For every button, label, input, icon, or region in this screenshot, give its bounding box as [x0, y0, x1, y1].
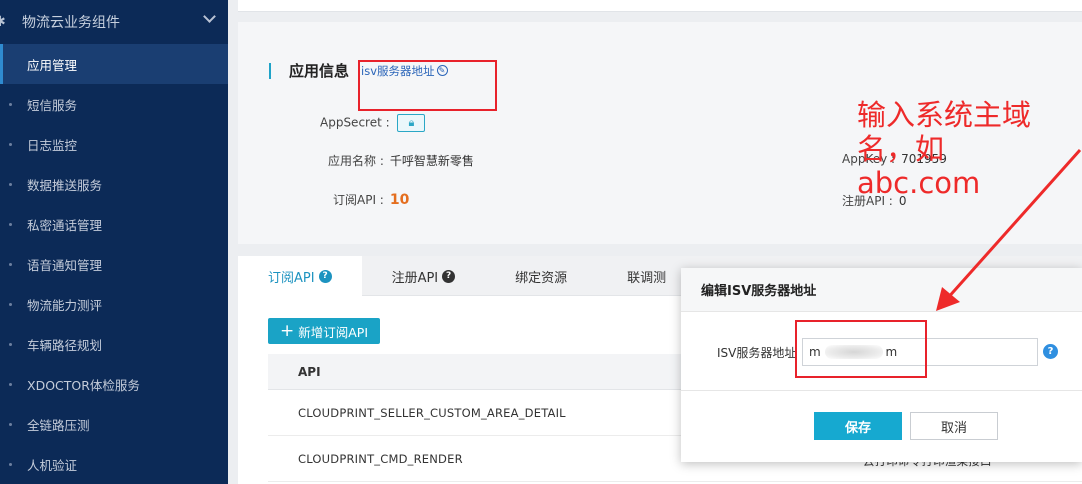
chevron-down-icon[interactable]	[203, 10, 216, 23]
tab-label: 订阅API	[268, 270, 315, 286]
sidebar-item-label: 物流能力测评	[27, 297, 103, 313]
tab-register-api[interactable]: 注册API?	[362, 256, 486, 296]
subscribe-api-count: 10	[389, 192, 410, 208]
cancel-button[interactable]: 取消	[910, 412, 998, 440]
sidebar-item-voice-notify[interactable]: 语音通知管理	[0, 244, 228, 284]
app-name-label: 应用名称 :	[328, 154, 384, 168]
annotation-line: 名，如	[857, 132, 945, 166]
sidebar-item-log-monitor[interactable]: 日志监控	[0, 124, 228, 164]
sidebar-item-stress-test[interactable]: 全链路压测	[0, 404, 228, 444]
tab-bind-resource[interactable]: 绑定资源	[485, 256, 597, 296]
highlight-box-input	[795, 320, 927, 378]
sidebar: ✱ 物流云业务组件 应用管理 短信服务 日志监控 数据推送服务 私密通话管理 语…	[0, 0, 228, 484]
sidebar-item-label: 语音通知管理	[27, 257, 103, 273]
sidebar-item-sms[interactable]: 短信服务	[0, 84, 228, 124]
sidebar-group-logistics[interactable]: ✱ 物流云业务组件	[0, 0, 228, 44]
app-name-value: 千呼智慧新零售	[389, 154, 474, 168]
subscribe-api-label: 订阅API :	[333, 193, 384, 207]
help-icon[interactable]: ?	[1043, 344, 1058, 359]
modal-title: 编辑ISV服务器地址	[681, 268, 1082, 312]
title-accent-bar	[269, 62, 271, 79]
sidebar-item-label: 数据推送服务	[27, 177, 103, 193]
save-button[interactable]: 保存	[814, 412, 902, 440]
highlight-box-isv-link	[358, 60, 497, 111]
sidebar-item-private-call[interactable]: 私密通话管理	[0, 204, 228, 244]
sidebar-item-label: 日志监控	[27, 137, 78, 153]
top-panel	[238, 0, 1082, 12]
edit-isv-modal: 编辑ISV服务器地址 ISV服务器地址 ? 保存 取消	[681, 268, 1082, 462]
page-title: 应用信息	[289, 62, 350, 80]
annotation-line: abc.com	[857, 166, 981, 200]
subscribe-api-row: 订阅API : 10	[333, 191, 409, 208]
sidebar-group-label: 物流云业务组件	[22, 15, 120, 31]
sidebar-item-label: 私密通话管理	[27, 217, 103, 233]
add-subscribe-api-button[interactable]: + 新增订阅API	[268, 318, 381, 344]
tab-label: 绑定资源	[515, 270, 568, 286]
annotation-line: 输入系统主域	[857, 98, 1032, 132]
sidebar-item-label: XDOCTOR体检服务	[27, 377, 140, 393]
sidebar-item-label: 全链路压测	[27, 417, 90, 433]
sidebar-item-route-planning[interactable]: 车辆路径规划	[0, 324, 228, 364]
sidebar-item-app-management[interactable]: 应用管理	[0, 44, 228, 84]
isv-address-label: ISV服务器地址	[717, 346, 797, 360]
add-button-label: 新增订阅API	[298, 324, 369, 340]
sidebar-item-label: 人机验证	[27, 457, 78, 473]
app-secret-label: AppSecret :	[320, 115, 390, 130]
plus-icon: +	[280, 320, 295, 341]
app-name-row: 应用名称 : 千呼智慧新零售	[328, 152, 474, 169]
api-name: CLOUDPRINT_CMD_RENDER	[298, 451, 463, 466]
lock-icon[interactable]: 🔒︎	[397, 114, 426, 132]
sidebar-item-xdoctor[interactable]: XDOCTOR体检服务	[0, 364, 228, 404]
modal-divider	[681, 390, 1082, 391]
tab-label: 联调测	[627, 270, 667, 286]
app-secret-row: AppSecret : 🔒︎	[320, 114, 426, 132]
sidebar-item-data-push[interactable]: 数据推送服务	[0, 164, 228, 204]
tab-subscribe-api[interactable]: 订阅API?	[238, 256, 362, 296]
sidebar-item-captcha[interactable]: 人机验证	[0, 444, 228, 484]
sidebar-item-label: 车辆路径规划	[27, 337, 103, 353]
tab-label: 注册API	[391, 270, 439, 286]
sidebar-item-label: 短信服务	[27, 97, 78, 113]
help-icon[interactable]: ?	[442, 269, 456, 283]
annotation-text: 输入系统主域 名，如 abc.com	[857, 98, 1082, 200]
sidebar-item-label: 应用管理	[27, 57, 78, 73]
help-icon[interactable]: ?	[318, 269, 332, 283]
sidebar-item-logistics-eval[interactable]: 物流能力测评	[0, 284, 228, 324]
api-name: CLOUDPRINT_SELLER_CUSTOM_AREA_DETAIL	[298, 405, 566, 420]
api-column-header: API	[298, 364, 321, 379]
puzzle-icon: ✱	[0, 14, 10, 30]
